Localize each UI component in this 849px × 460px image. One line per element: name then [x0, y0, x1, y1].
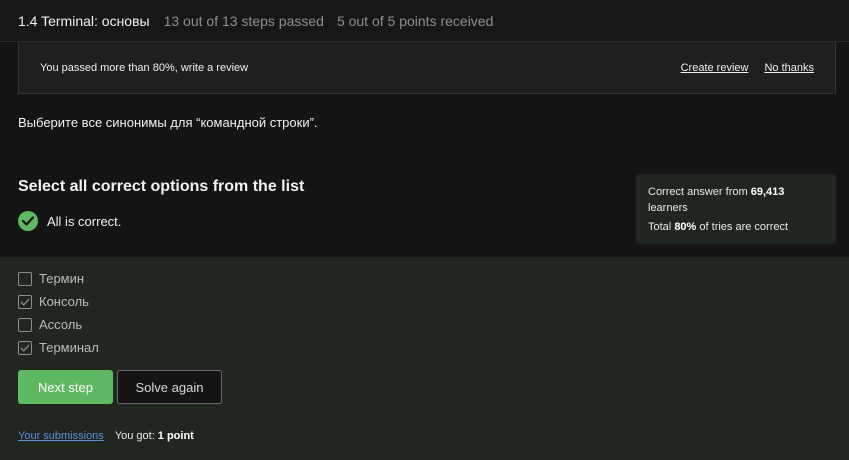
- review-banner: You passed more than 80%, write a review…: [18, 42, 836, 94]
- points-status: 5 out of 5 points received: [336, 12, 494, 29]
- option-label: Термин: [39, 271, 85, 286]
- checkbox[interactable]: [18, 294, 32, 309]
- quiz-title: Select all correct options from the list: [18, 178, 305, 195]
- checkbox[interactable]: [18, 271, 32, 286]
- result-status: All is correct.: [18, 211, 121, 231]
- steps-status: 13 out of 13 steps passed: [163, 12, 324, 29]
- check-circle-icon: [18, 211, 38, 231]
- total-tries-stat: Total 80% of tries are correct: [648, 219, 824, 235]
- learners-suffix: learners: [648, 202, 688, 214]
- your-submissions-link[interactable]: Your submissions: [18, 430, 104, 442]
- correct-answer-stat: Correct answer from 69,413 learners: [648, 184, 824, 216]
- review-message: You passed more than 80%, write a review: [40, 61, 249, 74]
- solve-again-button[interactable]: Solve again: [117, 370, 222, 404]
- option-label: Ассоль: [39, 317, 83, 332]
- learners-count: 69,413: [750, 186, 785, 198]
- submission-footer: Your submissions You got: 1 point: [18, 430, 194, 442]
- answer-panel: Термин Консоль Ассоль Терминал Next step…: [0, 257, 849, 460]
- result-status-text: All is correct.: [47, 213, 122, 229]
- lesson-header: 1.4 Terminal: основы 13 out of 13 steps …: [0, 0, 849, 42]
- option-checkbox[interactable]: Терминал: [18, 340, 99, 355]
- option-checkbox[interactable]: Термин: [18, 271, 84, 286]
- checkmark-icon: [20, 344, 30, 352]
- total-prefix: Total: [648, 221, 672, 233]
- checkbox[interactable]: [18, 317, 32, 332]
- stats-box: Correct answer from 69,413 learners Tota…: [636, 174, 836, 244]
- score-value: 1 point: [157, 430, 194, 442]
- checkbox[interactable]: [18, 340, 32, 355]
- total-suffix: of tries are correct: [699, 221, 789, 233]
- lesson-title: 1.4 Terminal: основы: [18, 12, 150, 29]
- total-percent: 80%: [674, 221, 697, 233]
- correct-answer-prefix: Correct answer from: [648, 186, 748, 198]
- option-label: Консоль: [39, 294, 89, 309]
- checkmark-icon: [20, 298, 30, 306]
- no-thanks-link[interactable]: No thanks: [764, 62, 814, 74]
- option-checkbox[interactable]: Консоль: [18, 294, 89, 309]
- option-label: Терминал: [39, 340, 99, 355]
- next-step-button[interactable]: Next step: [18, 370, 113, 404]
- question-text: Выберите все синонимы для “командной стр…: [18, 115, 318, 130]
- you-got-label: You got:: [114, 430, 155, 442]
- option-checkbox[interactable]: Ассоль: [18, 317, 82, 332]
- create-review-link[interactable]: Create review: [681, 62, 749, 74]
